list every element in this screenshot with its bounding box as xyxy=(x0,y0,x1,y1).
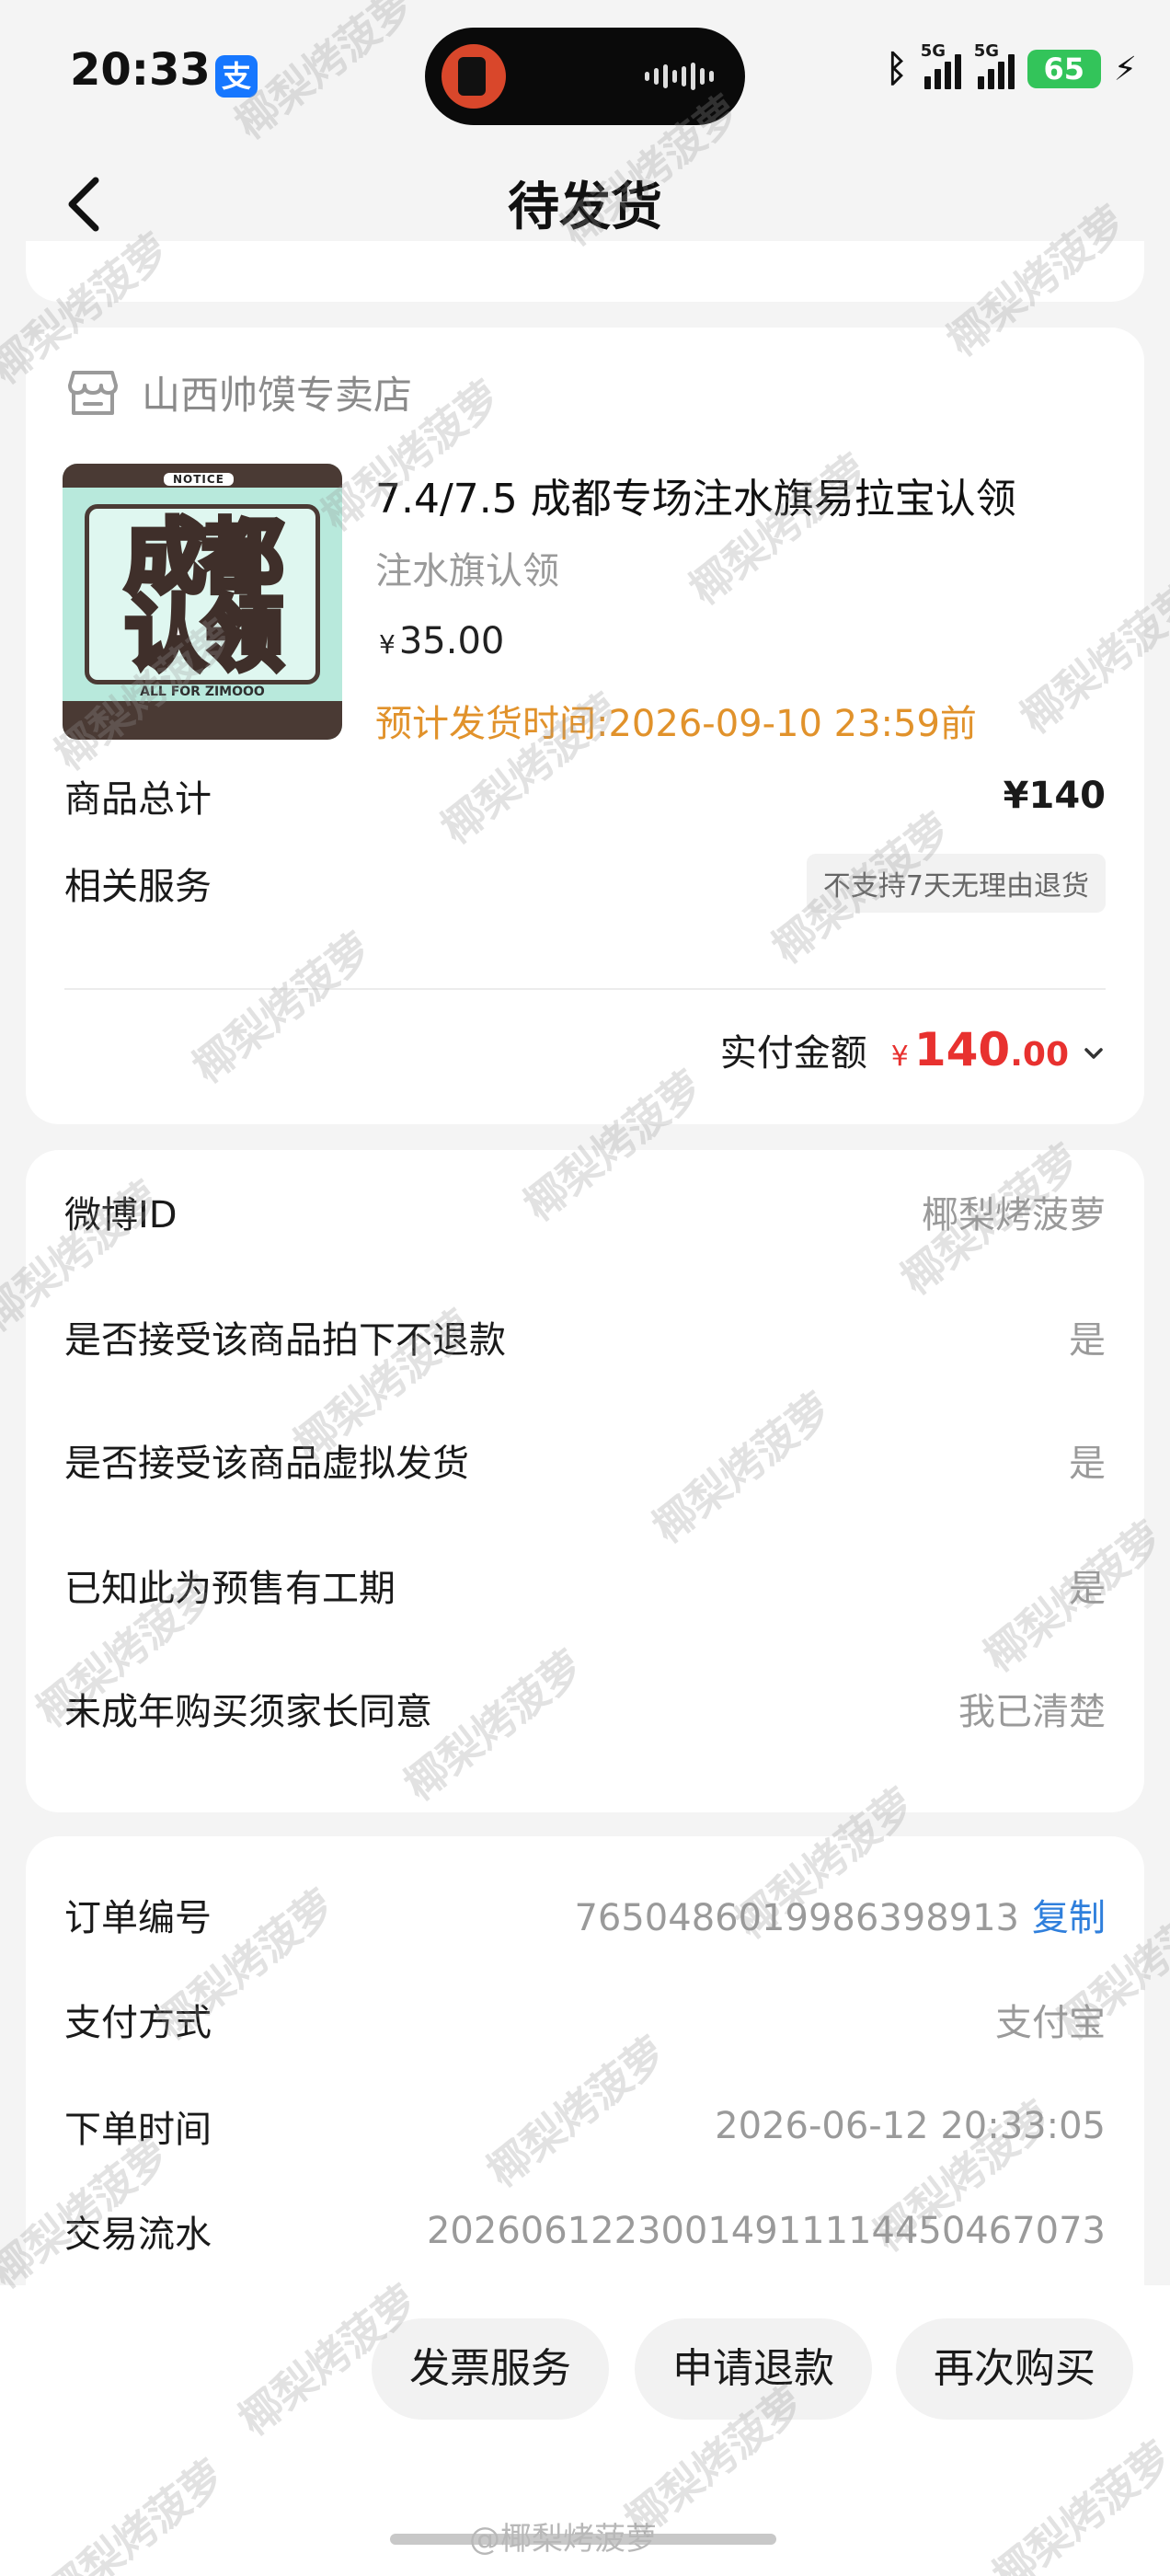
payment-method-label: 支付方式 xyxy=(64,2002,212,2044)
form-label: 微博ID xyxy=(64,1194,178,1236)
order-time-row: 下单时间 2026-06-12 20:33:05 xyxy=(64,2099,1106,2153)
network-type-label: 5G xyxy=(920,41,946,61)
currency-symbol: ¥ xyxy=(379,629,396,660)
form-value: 是 xyxy=(1069,1319,1106,1362)
invoice-button[interactable]: 发票服务 xyxy=(372,2318,609,2420)
form-row: 已知此为预售有工期 是 xyxy=(64,1558,1106,1612)
order-time-value: 2026-06-12 20:33:05 xyxy=(715,2105,1106,2147)
previous-card-stub xyxy=(26,241,1144,302)
order-info-card: 订单编号 7650486019986398913 复制 支付方式 支付宝 下单时间… xyxy=(26,1836,1144,2315)
divider xyxy=(64,988,1106,990)
form-row: 是否接受该商品拍下不退款 是 xyxy=(64,1310,1106,1363)
order-number: 7650486019986398913 xyxy=(574,1897,1019,1939)
paid-amount-row[interactable]: 实付金额 ¥ 140 .00 xyxy=(720,1023,1106,1076)
total-row: 商品总计 ¥140 xyxy=(64,769,1106,822)
form-row: 未成年购买须家长同意 我已清楚 xyxy=(64,1682,1106,1735)
thumbnail-notice-label: NOTICE xyxy=(164,473,234,486)
form-row: 微博ID 椰梨烤菠萝 xyxy=(64,1185,1106,1238)
network-type-label: 5G xyxy=(973,41,1000,61)
status-time: 20:33 xyxy=(70,44,211,96)
order-number-row: 订单编号 7650486019986398913 复制 xyxy=(64,1888,1106,1941)
watermark-credit: @椰梨烤菠萝 xyxy=(469,2521,657,2558)
currency-symbol: ¥ xyxy=(890,1041,909,1073)
transaction-label: 交易流水 xyxy=(64,2214,212,2256)
status-icons: ᛒ 5G 5G 65 ⚡ xyxy=(885,41,1137,90)
order-number-value: 7650486019986398913 复制 xyxy=(574,1888,1106,1941)
signal-icon: 5G xyxy=(921,41,961,89)
bottom-action-bar: 发票服务 申请退款 再次购买 @椰梨烤菠萝 xyxy=(0,2285,1170,2576)
order-number-label: 订单编号 xyxy=(64,1897,212,1939)
service-row: 相关服务 不支持7天无理由退货 xyxy=(64,854,1106,913)
product-title[interactable]: 7.4/7.5 成都专场注水旗易拉宝认领 xyxy=(375,466,1016,524)
thumbnail-title-line2: 认领 xyxy=(122,587,286,682)
total-label: 商品总计 xyxy=(64,778,212,821)
battery-icon: 65 xyxy=(1027,50,1101,88)
form-label: 未成年购买须家长同意 xyxy=(64,1691,432,1733)
form-label: 已知此为预售有工期 xyxy=(64,1568,396,1610)
form-label: 是否接受该商品拍下不退款 xyxy=(64,1319,506,1362)
shop-link[interactable]: 山西帅馍专卖店 xyxy=(64,364,412,420)
form-value: 我已清楚 xyxy=(958,1691,1106,1733)
service-tag: 不支持7天无理由退货 xyxy=(806,854,1106,913)
buyer-form-card: 微博ID 椰梨烤菠萝 是否接受该商品拍下不退款 是 是否接受该商品虚拟发货 是 … xyxy=(26,1150,1144,1812)
form-value: 是 xyxy=(1069,1568,1106,1610)
transaction-row: 交易流水 20260612230014911114450467073 xyxy=(64,2204,1106,2258)
store-icon xyxy=(68,370,118,415)
copy-button[interactable]: 复制 xyxy=(1032,1897,1106,1939)
audio-wave-icon xyxy=(645,63,714,90)
status-bar: 20:33 支 ᛒ 5G 5G 65 ⚡ xyxy=(0,0,1170,147)
form-row: 是否接受该商品虚拟发货 是 xyxy=(64,1433,1106,1487)
page-title: 待发货 xyxy=(508,178,662,237)
dynamic-island[interactable] xyxy=(425,28,745,125)
bluetooth-icon: ᛒ xyxy=(885,48,908,90)
payment-method-value: 支付宝 xyxy=(995,2002,1106,2044)
product-thumbnail[interactable]: NOTICE 成都 认领 ALL FOR ZIMOOO xyxy=(63,464,342,740)
product-variant: 注水旗认领 xyxy=(375,550,559,592)
shop-name: 山西帅馍专卖店 xyxy=(142,373,413,418)
form-value: 是 xyxy=(1069,1443,1106,1485)
transaction-value: 20260612230014911114450467073 xyxy=(426,2210,1106,2252)
music-app-icon xyxy=(442,44,506,109)
thumbnail-footer-text: ALL FOR ZIMOOO xyxy=(140,684,265,699)
paid-amount-decimal: .00 xyxy=(1010,1036,1069,1074)
paid-amount-integer: 140 xyxy=(913,1023,1011,1076)
chevron-down-icon xyxy=(1084,1048,1103,1059)
total-value: ¥140 xyxy=(1003,775,1106,817)
price-value: 35.00 xyxy=(398,620,505,662)
form-value: 椰梨烤菠萝 xyxy=(922,1194,1106,1236)
rebuy-button[interactable]: 再次购买 xyxy=(896,2318,1133,2420)
product-price: ¥35.00 xyxy=(379,620,504,662)
shipping-estimate: 预计发货时间:2026-09-10 23:59前 xyxy=(375,703,977,745)
service-label: 相关服务 xyxy=(64,866,212,908)
charging-icon: ⚡ xyxy=(1113,50,1137,88)
form-label: 是否接受该商品虚拟发货 xyxy=(64,1443,469,1485)
paid-label: 实付金额 xyxy=(719,1032,867,1075)
order-time-label: 下单时间 xyxy=(64,2109,212,2151)
product-card: 山西帅馍专卖店 NOTICE 成都 认领 ALL FOR ZIMOOO 7.4/… xyxy=(26,328,1144,1124)
refund-button[interactable]: 申请退款 xyxy=(635,2318,872,2420)
payment-method-row: 支付方式 支付宝 xyxy=(64,1993,1106,2046)
signal-icon: 5G xyxy=(974,41,1015,89)
alipay-icon: 支 xyxy=(215,55,258,98)
